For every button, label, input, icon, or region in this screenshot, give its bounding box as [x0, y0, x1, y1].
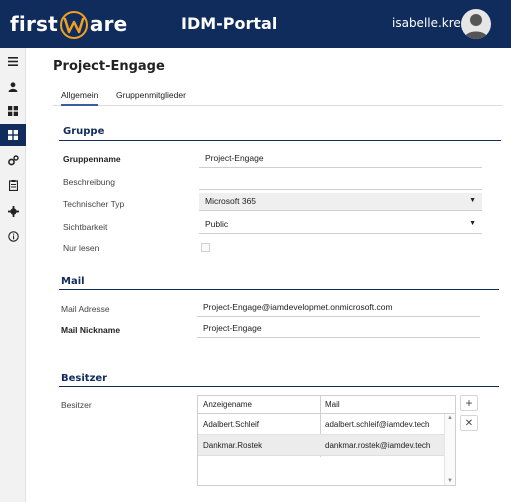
sidebar	[0, 48, 26, 502]
table-cell-name: Adalbert.Schleif	[203, 420, 260, 429]
column-header-anzeigename[interactable]: Anzeigename	[198, 396, 320, 414]
sichtbarkeit-select[interactable]: Public ▼	[199, 216, 482, 234]
page-title: Project-Engage	[53, 59, 165, 74]
gruppenname-field[interactable]: Project-Engage	[199, 150, 482, 168]
mail-nickname-label: Mail Nickname	[61, 325, 121, 335]
tab-gruppenmitglieder[interactable]: Gruppenmitglieder	[116, 88, 186, 106]
beschreibung-field[interactable]	[199, 172, 482, 190]
technischer-typ-label: Technischer Typ	[63, 199, 125, 209]
remove-owner-button[interactable]: ✕	[460, 415, 478, 431]
avatar[interactable]	[461, 9, 491, 39]
roles-icon[interactable]	[0, 149, 26, 171]
caret-down-icon: ▼	[469, 197, 476, 204]
tab-allgemein[interactable]: Allgemein	[61, 88, 99, 106]
user-avatar-icon	[464, 14, 488, 39]
sichtbarkeit-value: Public	[205, 219, 229, 229]
technischer-typ-value: Microsoft 365	[205, 196, 257, 206]
groups-icon[interactable]	[0, 124, 26, 146]
section-title-gruppe: Gruppe	[63, 126, 105, 137]
info-icon[interactable]	[0, 225, 26, 247]
close-icon: ✕	[464, 417, 474, 429]
logo-text-first: first	[10, 12, 58, 36]
section-divider	[59, 140, 501, 141]
section-divider	[59, 289, 499, 290]
section-divider	[59, 386, 499, 387]
mail-nickname-field[interactable]: Project-Engage	[197, 320, 480, 338]
mail-adresse-field[interactable]: Project-Engage@iamdevelopmet.onmicrosoft…	[197, 299, 480, 317]
top-bar: first are IDM-Portal isabelle.kress	[0, 0, 511, 48]
scroll-up-icon[interactable]: ▲	[447, 415, 453, 421]
section-title-mail: Mail	[61, 276, 85, 287]
nur-lesen-checkbox[interactable]	[201, 243, 210, 252]
plus-icon: +	[465, 396, 473, 410]
sichtbarkeit-label: Sichtbarkeit	[63, 222, 108, 232]
clipboard-icon[interactable]	[0, 174, 26, 196]
owner-table: Anzeigename Mail Adalbert.Schleif adalbe…	[197, 395, 456, 486]
add-owner-button[interactable]: +	[460, 395, 478, 411]
beschreibung-label: Beschreibung	[63, 177, 115, 187]
table-cell-mail: dankmar.rostek@iamdev.tech	[325, 441, 431, 450]
table-row[interactable]: Adalbert.Schleif adalbert.schleif@iamdev…	[198, 414, 444, 435]
technischer-typ-select[interactable]: Microsoft 365 ▼	[199, 193, 482, 211]
logo-text-are: are	[89, 12, 128, 36]
scroll-down-icon[interactable]: ▼	[447, 478, 453, 484]
nur-lesen-label: Nur lesen	[63, 243, 100, 253]
settings-icon[interactable]	[0, 200, 26, 222]
table-scrollbar[interactable]: ▲ ▼	[444, 414, 455, 485]
table-cell-mail: adalbert.schleif@iamdev.tech	[325, 420, 430, 429]
table-cell-name: Dankmar.Rostek	[203, 441, 263, 450]
logo-w-icon	[59, 10, 89, 40]
section-title-besitzer: Besitzer	[61, 373, 108, 384]
dashboard-icon[interactable]	[0, 100, 26, 122]
besitzer-label: Besitzer	[61, 400, 92, 410]
column-header-mail[interactable]: Mail	[320, 396, 455, 414]
gruppenname-label: Gruppenname	[63, 154, 121, 164]
firstware-logo[interactable]: first are	[10, 10, 128, 40]
user-icon[interactable]	[0, 76, 26, 98]
table-row[interactable]: Dankmar.Rostek dankmar.rostek@iamdev.tec…	[198, 435, 444, 456]
menu-icon[interactable]	[0, 50, 26, 72]
caret-down-icon: ▼	[469, 220, 476, 227]
app-title: IDM-Portal	[181, 14, 278, 33]
tab-bar: Allgemein Gruppenmitglieder	[53, 88, 503, 106]
mail-adresse-label: Mail Adresse	[61, 304, 110, 314]
